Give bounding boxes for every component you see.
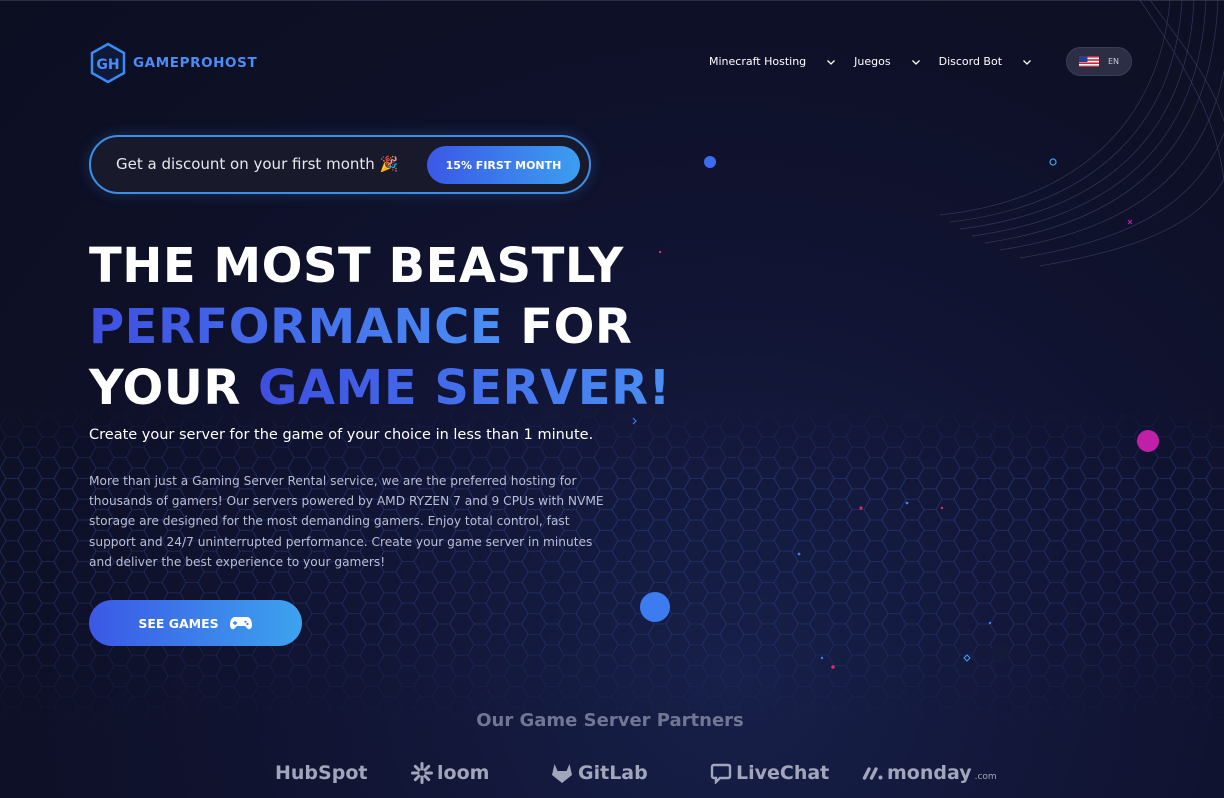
partner-logo-monday: monday .com [862, 762, 997, 784]
discount-text: Get a discount on your first month 🎉 [116, 155, 399, 173]
partner-logo-hubspot: HubSpot [275, 762, 411, 784]
nav-item-label: Discord Bot [938, 55, 1003, 68]
us-flag-icon [1078, 56, 1099, 67]
hero-headline: THE MOST BEASTLY PERFORMANCE FOR YOUR GA… [89, 236, 671, 419]
partners-logos: HubSpot loom GitLab LiveChat monday .com [275, 762, 997, 784]
partner-name: monday [887, 762, 972, 784]
nav-item-label: Minecraft Hosting [709, 55, 807, 68]
partner-name: GitLab [578, 762, 648, 784]
nav-item-minecraft-hosting[interactable]: Minecraft Hosting [709, 55, 836, 68]
brand-logo[interactable]: GH GAMEPROHOST [89, 42, 257, 84]
partners-title: Our Game Server Partners [476, 710, 744, 731]
brand-name: GAMEPROHOST [133, 55, 258, 71]
discount-banner: Get a discount on your first month 🎉 15%… [89, 135, 591, 194]
partner-name: HubSpot [275, 762, 368, 784]
nav-item-juegos[interactable]: Juegos [854, 55, 920, 68]
headline-text-your: YOUR [89, 360, 258, 416]
chevron-down-icon [827, 59, 836, 65]
headline-line-1: THE MOST BEASTLY [89, 238, 624, 294]
language-code: EN [1107, 57, 1120, 66]
headline-accent-game-server: GAME SERVER! [258, 360, 671, 416]
headline-accent-performance: PERFORMANCE [89, 299, 504, 355]
gamepad-icon [229, 617, 252, 630]
chat-bubble-icon [710, 763, 732, 784]
partner-logo-loom: loom [411, 762, 550, 784]
main-nav: Minecraft Hosting Juegos Discord Bot [709, 55, 1032, 68]
loom-burst-icon [411, 762, 433, 784]
logo-hexagon-icon: GH [90, 42, 126, 84]
partner-logo-livechat: LiveChat [710, 762, 862, 784]
headline-line-2: PERFORMANCE FOR [89, 297, 671, 358]
see-games-button[interactable]: SEE GAMES [89, 600, 302, 646]
chevron-down-icon [1023, 59, 1031, 65]
headline-text-for: FOR [503, 299, 633, 355]
hero-subheading: Create your server for the game of your … [89, 427, 594, 443]
top-border [0, 0, 1224, 1]
partner-logo-gitlab: GitLab [550, 762, 710, 784]
nav-item-label: Juegos [854, 55, 891, 68]
partner-name-suffix: .com [974, 772, 997, 782]
headline-line-3: YOUR GAME SERVER! [89, 358, 671, 419]
gitlab-fox-icon [552, 764, 572, 783]
partner-name: loom [437, 762, 490, 784]
first-month-discount-button[interactable]: 15% FIRST MONTH [427, 146, 580, 184]
nav-item-discord-bot[interactable]: Discord Bot [939, 55, 1032, 68]
see-games-label: SEE GAMES [138, 615, 219, 631]
logo-mark-text: GH [96, 57, 119, 73]
language-selector[interactable]: EN [1066, 47, 1132, 76]
hero-description: More than just a Gaming Server Rental se… [89, 474, 604, 569]
chevron-down-icon [911, 59, 920, 65]
monday-dots-icon [862, 767, 883, 780]
partner-name: LiveChat [736, 762, 830, 784]
